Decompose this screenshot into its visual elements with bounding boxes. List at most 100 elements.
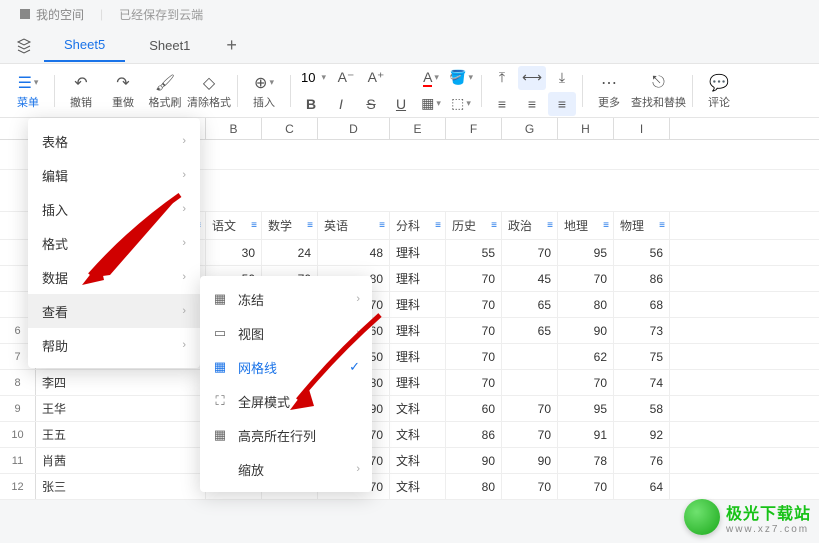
- cell[interactable]: 58: [614, 396, 670, 421]
- col-header-b[interactable]: B: [206, 118, 262, 139]
- menu-item-2[interactable]: 插入›: [28, 192, 200, 226]
- fill-color-button[interactable]: 🪣▾: [447, 66, 475, 90]
- row-header[interactable]: 12: [0, 474, 36, 499]
- insert-button[interactable]: ⊕▾ 插入: [244, 67, 284, 115]
- cell[interactable]: [502, 370, 558, 395]
- cell[interactable]: 70: [446, 266, 502, 291]
- cell[interactable]: 64: [614, 474, 670, 499]
- cell[interactable]: 55: [446, 240, 502, 265]
- merge-button[interactable]: ⬚▾: [447, 92, 475, 116]
- cell[interactable]: 理科: [390, 292, 446, 317]
- cell[interactable]: 理科: [390, 240, 446, 265]
- find-replace-button[interactable]: ⎋ 查找和替换: [631, 67, 686, 115]
- submenu-gridlines[interactable]: ▦ 网格线 ✓: [200, 350, 372, 384]
- cell[interactable]: 文科: [390, 422, 446, 447]
- sheets-icon[interactable]: [16, 38, 32, 54]
- cell[interactable]: 95: [558, 240, 614, 265]
- cell[interactable]: 91: [558, 422, 614, 447]
- cell[interactable]: 86: [446, 422, 502, 447]
- cell[interactable]: 70: [558, 474, 614, 499]
- row-header[interactable]: 11: [0, 448, 36, 473]
- cell[interactable]: 理科: [390, 318, 446, 343]
- col-header-i[interactable]: I: [614, 118, 670, 139]
- col-header-f[interactable]: F: [446, 118, 502, 139]
- cell[interactable]: 肖茜: [36, 448, 206, 473]
- cell[interactable]: [502, 344, 558, 369]
- align-left-button[interactable]: ≡: [488, 92, 516, 116]
- cell[interactable]: 65: [502, 318, 558, 343]
- undo-button[interactable]: ↶ 撤销: [61, 67, 101, 115]
- menu-item-0[interactable]: 表格›: [28, 124, 200, 158]
- cell[interactable]: 95: [558, 396, 614, 421]
- align-right-button[interactable]: ≡: [548, 92, 576, 116]
- cell[interactable]: 70: [502, 474, 558, 499]
- cell[interactable]: 76: [614, 448, 670, 473]
- cell[interactable]: 90: [446, 448, 502, 473]
- cell[interactable]: 文科: [390, 474, 446, 499]
- font-size-selector[interactable]: 10▾: [297, 68, 330, 87]
- submenu-fullscreen[interactable]: ⛶ 全屏模式: [200, 384, 372, 418]
- col-header-d[interactable]: D: [318, 118, 390, 139]
- cell[interactable]: 70: [446, 344, 502, 369]
- col-header-h[interactable]: H: [558, 118, 614, 139]
- cell[interactable]: 70: [502, 240, 558, 265]
- cell[interactable]: 78: [558, 448, 614, 473]
- cell[interactable]: 80: [446, 474, 502, 499]
- add-sheet-button[interactable]: +: [214, 35, 249, 56]
- filter-cell-h[interactable]: 地理≡: [558, 212, 614, 239]
- cell[interactable]: 理科: [390, 344, 446, 369]
- cell[interactable]: 80: [558, 292, 614, 317]
- cell[interactable]: 70: [558, 370, 614, 395]
- valign-middle-button[interactable]: ⟷: [518, 66, 546, 90]
- cell[interactable]: 68: [614, 292, 670, 317]
- cell[interactable]: 62: [558, 344, 614, 369]
- comment-button[interactable]: 💬 评论: [699, 67, 739, 115]
- cell[interactable]: 92: [614, 422, 670, 447]
- more-button[interactable]: ⋯ 更多: [589, 67, 629, 115]
- cell[interactable]: 60: [446, 396, 502, 421]
- filter-cell-f[interactable]: 历史≡: [446, 212, 502, 239]
- cell[interactable]: 73: [614, 318, 670, 343]
- submenu-freeze[interactable]: ▦ 冻结 ›: [200, 282, 372, 316]
- submenu-zoom[interactable]: 缩放 ›: [200, 452, 372, 486]
- cell[interactable]: 86: [614, 266, 670, 291]
- cell[interactable]: 45: [502, 266, 558, 291]
- tab-sheet5[interactable]: Sheet5: [44, 29, 125, 62]
- cell[interactable]: 24: [262, 240, 318, 265]
- strike-button[interactable]: S: [357, 92, 385, 116]
- filter-cell-i[interactable]: 物理≡: [614, 212, 670, 239]
- clear-format-button[interactable]: ◇ 清除格式: [187, 67, 231, 115]
- valign-bottom-button[interactable]: ⤓: [548, 66, 576, 90]
- cell[interactable]: 90: [502, 448, 558, 473]
- cell[interactable]: 70: [446, 318, 502, 343]
- redo-button[interactable]: ↷ 重做: [103, 67, 143, 115]
- workspace-crumb[interactable]: 我的空间: [20, 6, 84, 23]
- filter-cell-b[interactable]: 语文≡: [206, 212, 262, 239]
- cell[interactable]: 70: [558, 266, 614, 291]
- filter-cell-d[interactable]: 英语≡: [318, 212, 390, 239]
- italic-button[interactable]: I: [327, 92, 355, 116]
- col-header-c[interactable]: C: [262, 118, 318, 139]
- cell[interactable]: 李四: [36, 370, 206, 395]
- valign-top-button[interactable]: ⤒: [488, 66, 516, 90]
- cell[interactable]: 70: [446, 292, 502, 317]
- menu-item-3[interactable]: 格式›: [28, 226, 200, 260]
- cell[interactable]: 文科: [390, 448, 446, 473]
- cell[interactable]: 文科: [390, 396, 446, 421]
- col-header-e[interactable]: E: [390, 118, 446, 139]
- filter-cell-c[interactable]: 数学≡: [262, 212, 318, 239]
- cell[interactable]: 48: [318, 240, 390, 265]
- cell[interactable]: 74: [614, 370, 670, 395]
- menu-item-6[interactable]: 帮助›: [28, 328, 200, 362]
- submenu-highlight-row-col[interactable]: ▦ 高亮所在行列: [200, 418, 372, 452]
- font-size-decrease[interactable]: A⁻: [332, 66, 360, 90]
- cell[interactable]: 理科: [390, 370, 446, 395]
- menu-item-1[interactable]: 编辑›: [28, 158, 200, 192]
- border-button[interactable]: ▦▾: [417, 92, 445, 116]
- cell[interactable]: 70: [502, 422, 558, 447]
- cell[interactable]: 65: [502, 292, 558, 317]
- font-color-button[interactable]: A▾: [417, 66, 445, 90]
- cell[interactable]: 王五: [36, 422, 206, 447]
- cell[interactable]: 56: [614, 240, 670, 265]
- menu-button[interactable]: ☰▾ 菜单: [8, 67, 48, 115]
